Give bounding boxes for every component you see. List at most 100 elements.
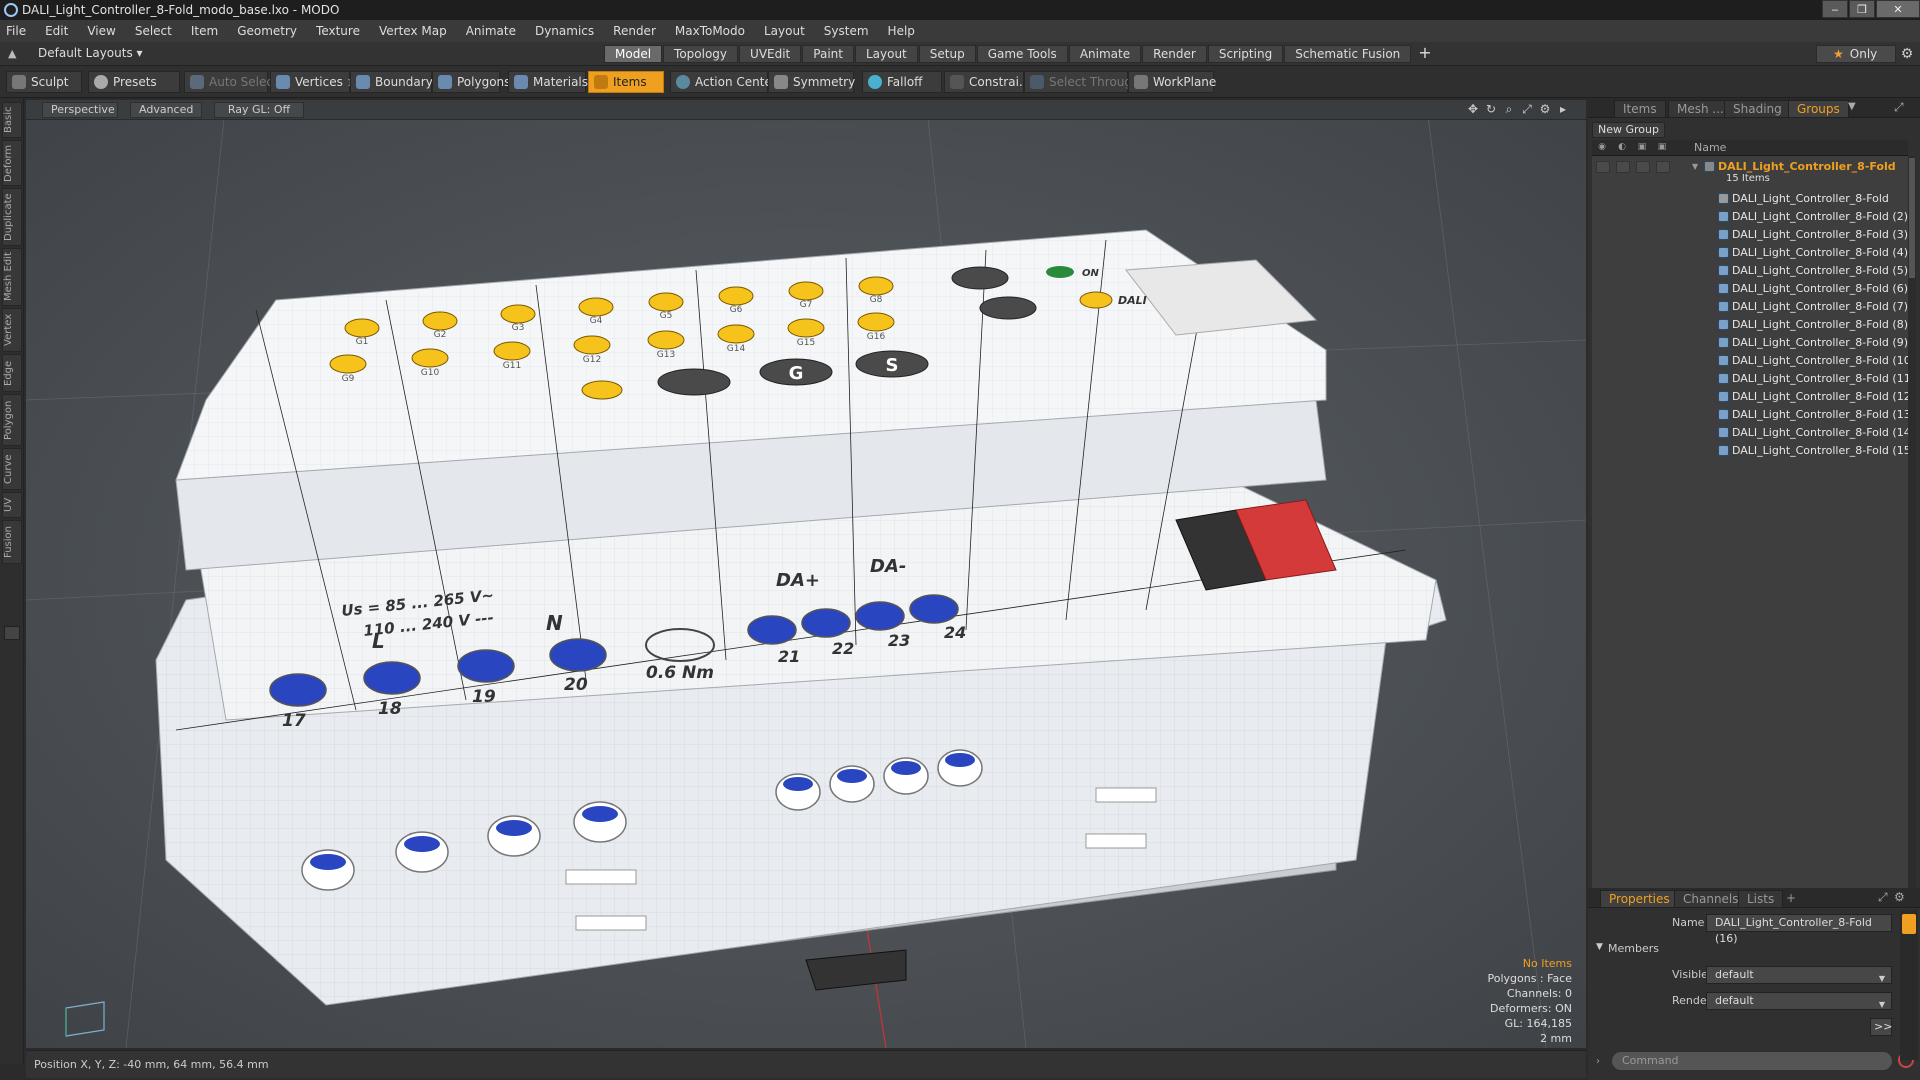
vtab-deform[interactable]: Deform bbox=[2, 140, 22, 186]
add-tab-button[interactable]: + bbox=[1412, 45, 1437, 63]
menu-maxtomodo[interactable]: MaxToModo bbox=[675, 24, 745, 38]
new-group-button[interactable]: New Group bbox=[1592, 122, 1665, 138]
name-field[interactable]: DALI_Light_Controller_8-Fold (16) bbox=[1706, 914, 1892, 945]
zoom-icon[interactable]: ⌕ bbox=[1500, 102, 1518, 117]
tab-properties[interactable]: Properties bbox=[1600, 890, 1679, 908]
list-item[interactable]: DALI_Light_Controller_8-Fold (10) bbox=[1592, 352, 1908, 370]
tab-paint[interactable]: Paint bbox=[802, 45, 854, 63]
render-toggle[interactable] bbox=[1616, 161, 1630, 173]
advanced-dropdown[interactable]: Advanced bbox=[130, 102, 202, 118]
side-tab-active[interactable] bbox=[1902, 914, 1916, 934]
close-button[interactable]: ✕ bbox=[1876, 0, 1920, 18]
more-button[interactable]: >> bbox=[1870, 1018, 1892, 1036]
tab-uvedit[interactable]: UVEdit bbox=[739, 45, 802, 63]
menu-dynamics[interactable]: Dynamics bbox=[535, 24, 594, 38]
menu-file[interactable]: File bbox=[6, 24, 26, 38]
vtab-edge[interactable]: Edge bbox=[2, 354, 22, 392]
list-item[interactable]: DALI_Light_Controller_8-Fold (13) bbox=[1592, 406, 1908, 424]
vtab-fusion[interactable]: Fusion bbox=[2, 520, 22, 564]
groups-scrollbar[interactable] bbox=[1908, 156, 1916, 976]
tab-toggle-button[interactable] bbox=[4, 626, 20, 640]
default-layouts-dropdown[interactable]: Default Layouts ▾ bbox=[38, 46, 143, 60]
menu-animate[interactable]: Animate bbox=[466, 24, 516, 38]
menu-system[interactable]: System bbox=[824, 24, 869, 38]
visibility-col-icon[interactable]: ◉ bbox=[1596, 142, 1608, 154]
3d-viewport[interactable]: Us = 85 ... 265 V~ 110 ... 240 V --- L N… bbox=[26, 100, 1586, 1048]
auto-select-button[interactable]: Auto Select bbox=[184, 71, 278, 93]
vtab-polygon[interactable]: Polygon bbox=[2, 394, 22, 446]
vtab-basic[interactable]: Basic bbox=[2, 102, 22, 138]
fit-icon[interactable]: ⤢ bbox=[1518, 102, 1536, 117]
perspective-dropdown[interactable]: Perspective bbox=[42, 102, 118, 118]
action-center-button[interactable]: Action Center bbox=[670, 71, 777, 93]
list-item[interactable]: DALI_Light_Controller_8-Fold (8) bbox=[1592, 316, 1908, 334]
list-item[interactable]: DALI_Light_Controller_8-Fold bbox=[1592, 190, 1908, 208]
list-item[interactable]: DALI_Light_Controller_8-Fold (11) bbox=[1592, 370, 1908, 388]
maximize-button[interactable]: ❐ bbox=[1849, 0, 1875, 18]
add-properties-tab[interactable]: + bbox=[1778, 890, 1804, 908]
select-toggle[interactable] bbox=[1656, 161, 1670, 173]
symmetry-button[interactable]: Symmetry bbox=[768, 71, 855, 93]
list-item[interactable]: DALI_Light_Controller_8-Fold (9) bbox=[1592, 334, 1908, 352]
menu-help[interactable]: Help bbox=[888, 24, 915, 38]
menu-item[interactable]: Item bbox=[191, 24, 218, 38]
vertices-button[interactable]: Vertices 1 bbox=[270, 71, 353, 93]
list-item[interactable]: DALI_Light_Controller_8-Fold (7) bbox=[1592, 298, 1908, 316]
menu-render[interactable]: Render bbox=[613, 24, 656, 38]
select-through-button[interactable]: Select Through bbox=[1024, 71, 1140, 93]
menu-vertex-map[interactable]: Vertex Map bbox=[379, 24, 447, 38]
render-col-icon[interactable]: ◐ bbox=[1616, 142, 1628, 154]
tab-scripting[interactable]: Scripting bbox=[1207, 45, 1284, 63]
vtab-duplicate[interactable]: Duplicate bbox=[2, 188, 22, 246]
presets-button[interactable]: Presets bbox=[88, 71, 180, 93]
polygons-button[interactable]: Polygons bbox=[432, 71, 510, 93]
visible-dropdown[interactable]: default ▼ bbox=[1706, 966, 1892, 984]
tab-shading[interactable]: Shading bbox=[1724, 100, 1791, 118]
menu-view[interactable]: View bbox=[87, 24, 115, 38]
render-dropdown[interactable]: default ▼ bbox=[1706, 992, 1892, 1010]
scrollbar-thumb[interactable] bbox=[1909, 158, 1915, 278]
raygl-toggle[interactable]: Ray GL: Off bbox=[214, 102, 304, 118]
rotate-icon[interactable]: ↻ bbox=[1482, 102, 1500, 117]
constraints-button[interactable]: Constrai... bbox=[944, 71, 1030, 93]
tab-topology[interactable]: Topology bbox=[663, 45, 739, 63]
tabs-dropdown-icon[interactable]: ▼ bbox=[1848, 101, 1856, 112]
menu-texture[interactable]: Texture bbox=[316, 24, 360, 38]
vtab-mesh-edit[interactable]: Mesh Edit bbox=[2, 248, 22, 306]
name-column-header[interactable]: Name bbox=[1694, 141, 1726, 154]
tab-render[interactable]: Render bbox=[1142, 45, 1207, 63]
list-item[interactable]: DALI_Light_Controller_8-Fold (6) bbox=[1592, 280, 1908, 298]
properties-expand-icon[interactable]: ⤢ bbox=[1878, 890, 1888, 905]
menu-select[interactable]: Select bbox=[135, 24, 172, 38]
tab-groups[interactable]: Groups bbox=[1788, 100, 1849, 118]
tab-items[interactable]: Items bbox=[1614, 100, 1666, 118]
list-item[interactable]: DALI_Light_Controller_8-Fold (12) bbox=[1592, 388, 1908, 406]
visibility-toggle[interactable] bbox=[1596, 161, 1610, 173]
list-item[interactable]: DALI_Light_Controller_8-Fold (2) bbox=[1592, 208, 1908, 226]
tab-schematic-fusion[interactable]: Schematic Fusion bbox=[1284, 45, 1412, 63]
expand-triangle-icon[interactable]: ▼ bbox=[1692, 162, 1698, 171]
list-item[interactable]: DALI_Light_Controller_8-Fold (3) bbox=[1592, 226, 1908, 244]
tab-game-tools[interactable]: Game Tools bbox=[976, 45, 1068, 63]
tab-lists[interactable]: Lists bbox=[1738, 890, 1784, 908]
lock-col-icon[interactable]: ▣ bbox=[1636, 142, 1648, 154]
vtab-curve[interactable]: Curve bbox=[2, 448, 22, 490]
list-item[interactable]: DALI_Light_Controller_8-Fold (15) bbox=[1592, 442, 1908, 460]
command-input[interactable]: Command bbox=[1612, 1052, 1892, 1070]
scene-render[interactable]: Us = 85 ... 265 V~ 110 ... 240 V --- L N… bbox=[26, 100, 1586, 1048]
tab-setup[interactable]: Setup bbox=[918, 45, 976, 63]
only-button[interactable]: ★ Only bbox=[1816, 45, 1896, 63]
tab-layout[interactable]: Layout bbox=[854, 45, 918, 63]
tab-model[interactable]: Model bbox=[604, 45, 663, 63]
vtab-uv[interactable]: UV bbox=[2, 492, 22, 518]
gear-icon[interactable]: ⚙ bbox=[1896, 45, 1918, 63]
properties-gear-icon[interactable]: ⚙ bbox=[1894, 890, 1905, 904]
vtab-vertex[interactable]: Vertex bbox=[2, 308, 22, 352]
minimize-button[interactable]: ‒ bbox=[1822, 0, 1848, 18]
menu-layout[interactable]: Layout bbox=[764, 24, 805, 38]
tab-channels[interactable]: Channels bbox=[1674, 890, 1748, 908]
items-button[interactable]: Items bbox=[588, 71, 664, 93]
menu-edit[interactable]: Edit bbox=[45, 24, 68, 38]
lock-toggle[interactable] bbox=[1636, 161, 1650, 173]
menu-geometry[interactable]: Geometry bbox=[237, 24, 297, 38]
